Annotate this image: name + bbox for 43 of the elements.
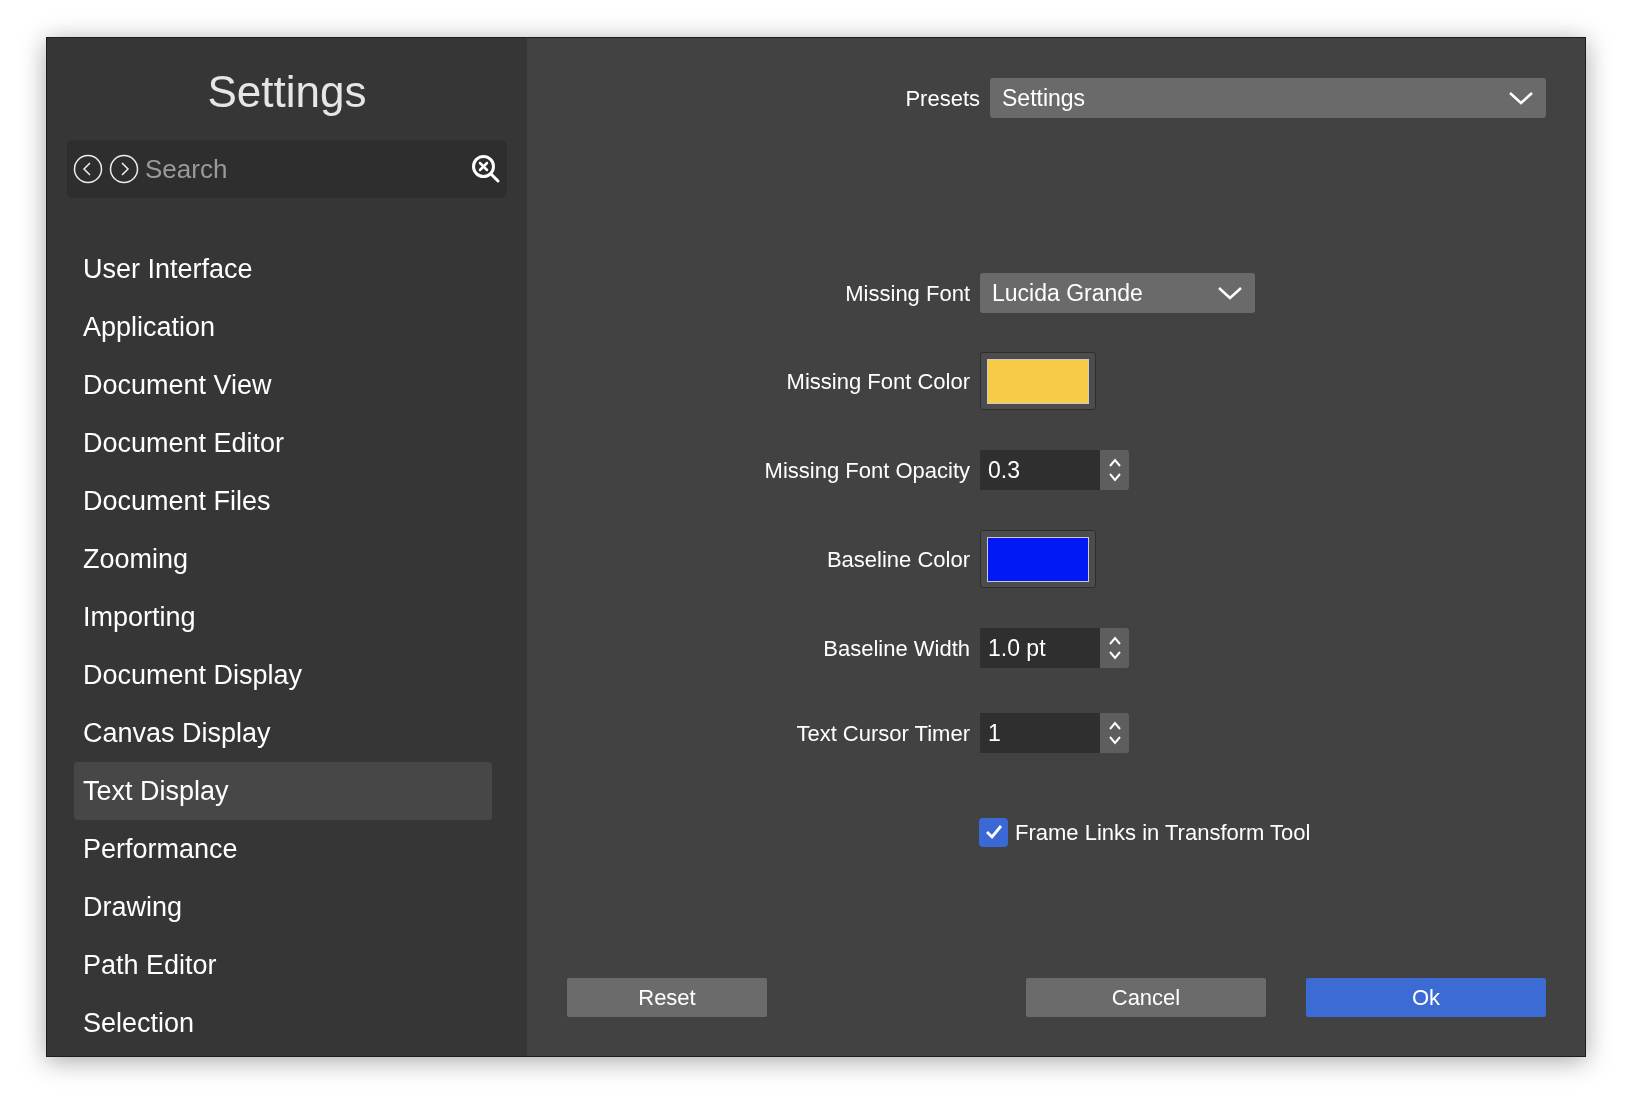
sidebar-item[interactable]: Performance xyxy=(74,820,492,878)
search-clear-icon[interactable] xyxy=(471,154,501,184)
stepper-arrows-icon[interactable] xyxy=(1107,457,1122,483)
sidebar-item[interactable]: Path Editor xyxy=(74,936,492,994)
stepper-arrows-icon[interactable] xyxy=(1107,635,1122,661)
sidebar-item[interactable]: Document Files xyxy=(74,472,492,530)
sidebar-item[interactable]: Canvas Display xyxy=(74,704,492,762)
stepper-arrows-icon[interactable] xyxy=(1107,720,1122,746)
color-well[interactable] xyxy=(980,530,1096,588)
sidebar-item[interactable]: Selection xyxy=(74,994,492,1052)
number-field[interactable]: 1.0 pt xyxy=(980,628,1100,668)
sidebar-item[interactable]: Drawing xyxy=(74,878,492,936)
sidebar-item[interactable]: Zooming xyxy=(74,530,492,588)
checkmark-icon xyxy=(984,824,1003,840)
number-field[interactable]: 0.3 xyxy=(980,450,1100,490)
sidebar-item[interactable]: Application xyxy=(74,298,492,356)
sidebar-item[interactable]: User Interface xyxy=(74,240,492,298)
presets-dropdown[interactable]: Settings xyxy=(990,78,1546,118)
number-field[interactable]: 1 xyxy=(980,713,1100,753)
ok-button[interactable]: Ok xyxy=(1306,978,1546,1017)
chevron-down-icon xyxy=(1508,90,1534,106)
checkbox[interactable] xyxy=(979,817,1008,847)
font-dropdown[interactable]: Lucida Grande xyxy=(980,273,1255,313)
checkbox-label: Frame Links in Transform Tool xyxy=(1015,818,1311,847)
color-well[interactable] xyxy=(980,352,1096,410)
presets-label: Presets xyxy=(905,84,980,113)
dialog-button[interactable]: Reset xyxy=(567,978,767,1017)
search-bar[interactable]: Search xyxy=(67,140,507,198)
field-label: Missing Font Color xyxy=(786,367,970,396)
sidebar-item[interactable]: Text Display xyxy=(74,762,492,820)
field-label: Text Cursor Timer xyxy=(796,719,970,748)
sidebar-item[interactable]: Importing xyxy=(74,588,492,646)
search-field[interactable]: Search xyxy=(145,149,465,189)
field-label: Baseline Width xyxy=(823,634,970,663)
sidebar-item[interactable]: Document Editor xyxy=(74,414,492,472)
chevron-down-icon xyxy=(1217,285,1243,301)
field-label: Missing Font Opacity xyxy=(764,456,970,485)
sidebar-item[interactable]: Document Display xyxy=(74,646,492,704)
field-label: Missing Font xyxy=(845,279,970,308)
sidebar-title: Settings xyxy=(207,66,367,118)
sidebar-item[interactable]: Document View xyxy=(74,356,492,414)
field-label: Baseline Color xyxy=(826,545,970,574)
dialog-button[interactable]: Cancel xyxy=(1026,978,1266,1017)
